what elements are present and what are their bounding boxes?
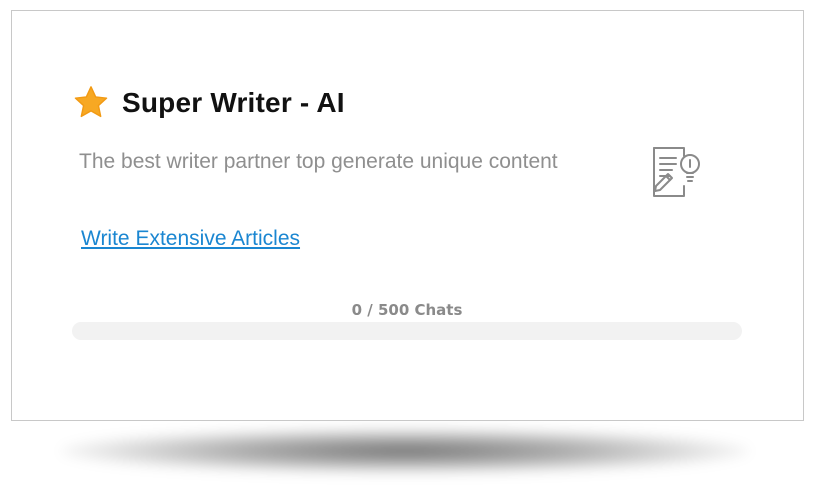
card-description: The best writer partner top generate uni… [79, 150, 558, 173]
stage: Super Writer - AI The best writer partne… [0, 0, 815, 504]
star-icon[interactable] [72, 84, 110, 122]
tool-card[interactable]: Super Writer - AI The best writer partne… [11, 10, 804, 421]
write-articles-link[interactable]: Write Extensive Articles [81, 227, 300, 251]
card-shadow [60, 428, 750, 474]
usage-counter: 0 / 500 Chats [351, 301, 463, 319]
title-row: Super Writer - AI [72, 83, 345, 123]
document-lightbulb-icon [653, 147, 700, 197]
usage-progress-bar [72, 322, 742, 340]
card-title: Super Writer - AI [122, 87, 345, 118]
